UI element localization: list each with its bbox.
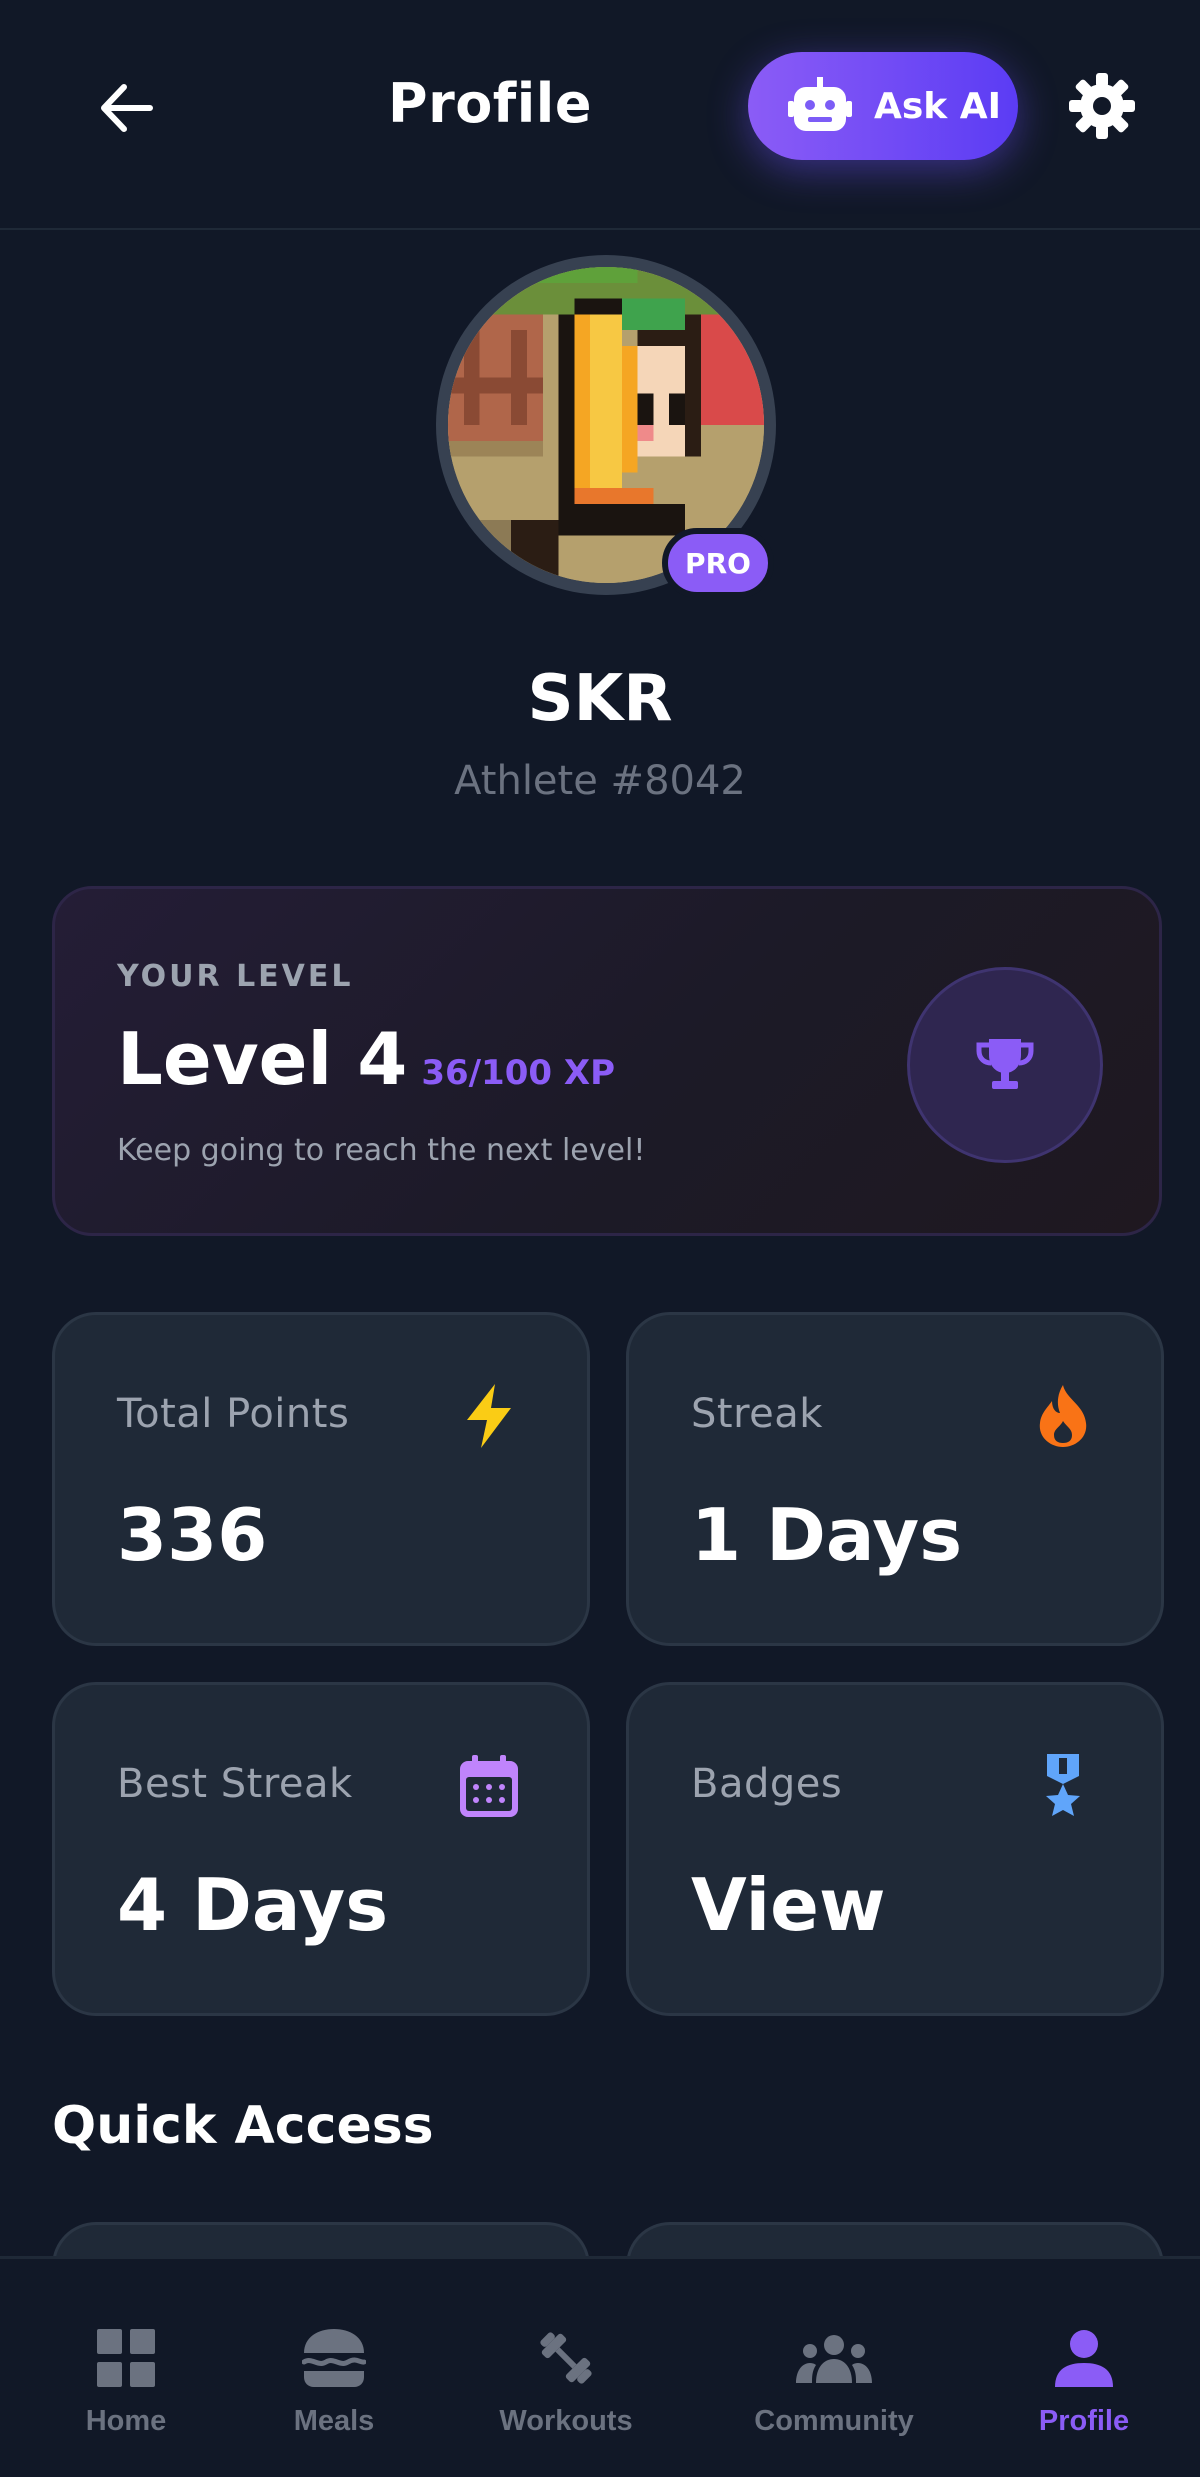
nav-label: Home [85, 2405, 167, 2437]
gear-icon [1069, 73, 1135, 139]
nav-item-profile[interactable]: Profile [1004, 2259, 1164, 2477]
ask-ai-label: Ask AI [874, 85, 1002, 127]
lightning-icon [457, 1381, 521, 1451]
stat-value: 1 Days [691, 1493, 963, 1577]
stat-value: 336 [117, 1493, 268, 1577]
arrow-left-icon [101, 84, 153, 132]
nav-item-meals[interactable]: Meals [254, 2259, 414, 2477]
page-title: Profile [388, 72, 592, 135]
quick-access-title: Quick Access [52, 2096, 434, 2156]
trophy-icon [976, 1039, 1034, 1089]
nav-label: Workouts [499, 2405, 633, 2437]
level-label: YOUR LEVEL [117, 959, 354, 994]
burger-icon [302, 2325, 366, 2391]
person-icon [1055, 2325, 1113, 2391]
nav-label: Profile [1038, 2405, 1130, 2437]
stat-value: View [691, 1863, 886, 1947]
people-icon [796, 2325, 872, 2391]
stat-card-best-streak[interactable]: Best Streak 4 Days [52, 1682, 590, 2016]
settings-button[interactable] [1062, 66, 1142, 146]
level-hint: Keep going to reach the next level! [117, 1133, 646, 1168]
stat-label: Total Points [117, 1391, 350, 1437]
athlete-id: Athlete #8042 [454, 758, 746, 804]
level-card[interactable]: YOUR LEVEL Level 4 36/100 XP Keep going … [52, 886, 1162, 1236]
ask-ai-button[interactable]: Ask AI [748, 52, 1018, 160]
stat-value: 4 Days [117, 1863, 389, 1947]
nav-label: Meals [293, 2405, 375, 2437]
stat-label: Streak [691, 1391, 823, 1437]
stat-label: Badges [691, 1761, 843, 1807]
level-xp: 36/100 XP [421, 1053, 616, 1093]
level-title: Level 4 [117, 1017, 408, 1101]
pro-badge: PRO [662, 528, 774, 598]
level-title-row: Level 4 36/100 XP [117, 1017, 615, 1101]
calendar-icon [457, 1751, 521, 1821]
nav-item-community[interactable]: Community [736, 2259, 932, 2477]
flame-icon [1031, 1381, 1095, 1451]
nav-label: Community [754, 2405, 914, 2437]
back-button[interactable] [88, 70, 164, 146]
trophy-badge [907, 967, 1103, 1163]
nav-item-home[interactable]: Home [46, 2259, 206, 2477]
bottom-nav: Home Meals Workouts Community Profile [0, 2256, 1200, 2477]
dumbbell-icon [534, 2325, 598, 2391]
username: SKR [527, 662, 673, 736]
stat-card-streak[interactable]: Streak 1 Days [626, 1312, 1164, 1646]
profile-screen: Profile Ask AI PRO SKR Athlete #8042 YOU… [0, 0, 1200, 2477]
top-bar: Profile Ask AI [0, 0, 1200, 230]
robot-icon [788, 77, 852, 131]
stat-card-total-points[interactable]: Total Points 336 [52, 1312, 590, 1646]
stat-label: Best Streak [117, 1761, 353, 1807]
nav-item-workouts[interactable]: Workouts [478, 2259, 654, 2477]
medal-icon [1031, 1751, 1095, 1821]
stat-card-badges[interactable]: Badges View [626, 1682, 1164, 2016]
grid-icon [97, 2325, 155, 2391]
